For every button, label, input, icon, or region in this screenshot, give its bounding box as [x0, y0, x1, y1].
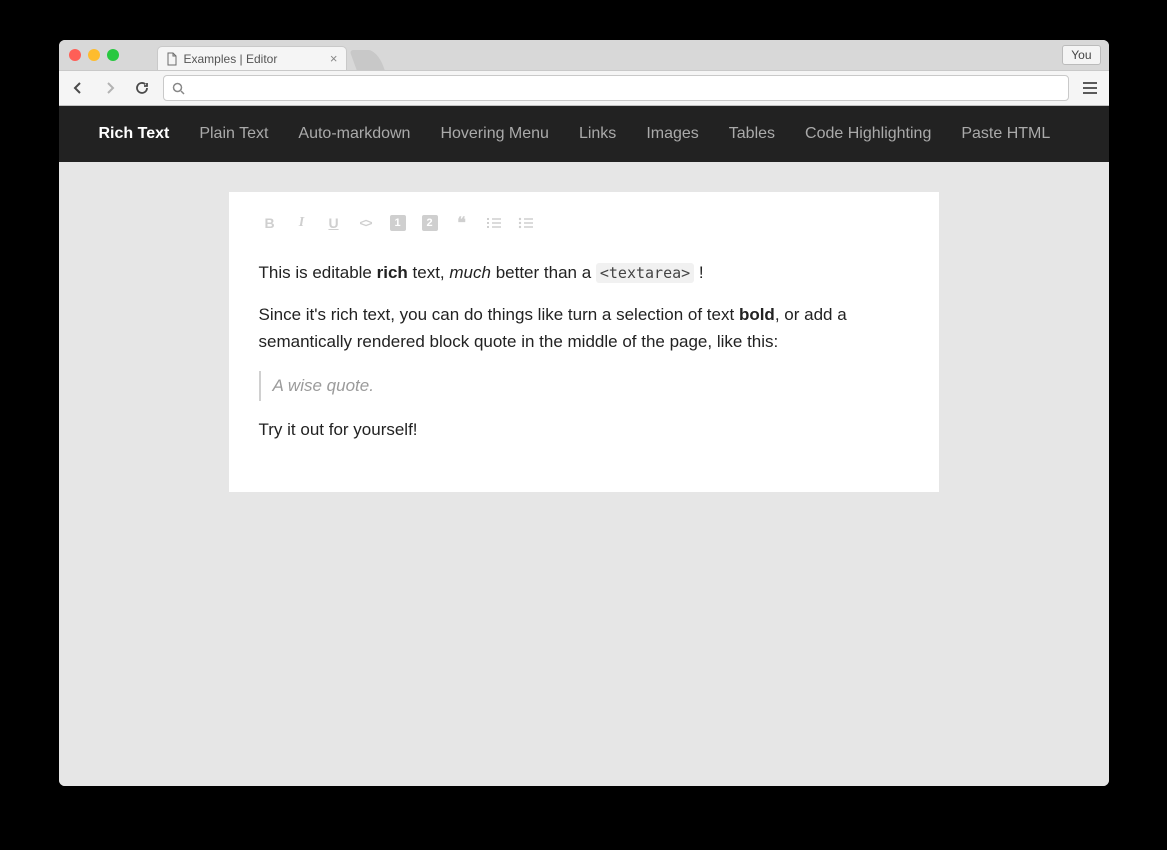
- editor-content[interactable]: This is editable rich text, much better …: [259, 260, 909, 444]
- editor-wrap: B I U <> 1 2 ❝ This is edita: [59, 162, 1109, 522]
- traffic-lights: [59, 49, 129, 61]
- window-zoom-button[interactable]: [107, 49, 119, 61]
- app-nav: Rich Text Plain Text Auto-markdown Hover…: [59, 106, 1109, 162]
- h1-icon: 1: [390, 215, 406, 231]
- text: This is editable: [259, 263, 377, 282]
- text: Since it's rich text, you can do things …: [259, 305, 739, 324]
- nav-auto-markdown[interactable]: Auto-markdown: [298, 125, 410, 143]
- forward-button[interactable]: [99, 77, 121, 99]
- format-toolbar: B I U <> 1 2 ❝: [259, 214, 909, 232]
- browser-tab[interactable]: Examples | Editor ×: [157, 46, 347, 70]
- quote-icon: ❝: [457, 213, 466, 233]
- nav-plain-text[interactable]: Plain Text: [199, 125, 268, 143]
- nav-images[interactable]: Images: [646, 125, 698, 143]
- new-tab-button[interactable]: [349, 50, 384, 70]
- search-icon: [172, 82, 185, 95]
- page-viewport: Rich Text Plain Text Auto-markdown Hover…: [59, 106, 1109, 786]
- browser-toolbar: [59, 70, 1109, 106]
- document-icon: [166, 52, 178, 66]
- unordered-list-button[interactable]: [517, 214, 535, 232]
- quote-text: A wise quote.: [273, 376, 374, 395]
- editor-card: B I U <> 1 2 ❝ This is edita: [229, 192, 939, 492]
- profile-button[interactable]: You: [1062, 45, 1100, 65]
- blockquote-button[interactable]: ❝: [453, 214, 471, 232]
- text: !: [694, 263, 703, 282]
- code-icon: <>: [359, 216, 371, 230]
- bold-icon: B: [264, 215, 274, 231]
- ordered-list-icon: [486, 216, 502, 230]
- nav-hovering-menu[interactable]: Hovering Menu: [440, 125, 549, 143]
- nav-tables[interactable]: Tables: [729, 125, 775, 143]
- italic-text: much: [449, 263, 491, 282]
- text: better than a: [491, 263, 596, 282]
- tab-strip: Examples | Editor ×: [129, 40, 1109, 70]
- paragraph[interactable]: Since it's rich text, you can do things …: [259, 302, 909, 355]
- bold-text: bold: [739, 305, 775, 324]
- nav-code-highlighting[interactable]: Code Highlighting: [805, 125, 931, 143]
- nav-rich-text[interactable]: Rich Text: [99, 125, 170, 143]
- titlebar: Examples | Editor × You: [59, 40, 1109, 70]
- paragraph[interactable]: Try it out for yourself!: [259, 417, 909, 443]
- text: text,: [408, 263, 450, 282]
- unordered-list-icon: [518, 216, 534, 230]
- address-bar[interactable]: [163, 75, 1069, 101]
- ordered-list-button[interactable]: [485, 214, 503, 232]
- blockquote[interactable]: A wise quote.: [259, 371, 909, 401]
- tab-title: Examples | Editor: [184, 52, 278, 66]
- underline-button[interactable]: U: [325, 214, 343, 232]
- h2-button[interactable]: 2: [421, 214, 439, 232]
- nav-paste-html[interactable]: Paste HTML: [961, 125, 1050, 143]
- browser-window: Examples | Editor × You Rich: [59, 40, 1109, 786]
- h1-button[interactable]: 1: [389, 214, 407, 232]
- bold-button[interactable]: B: [261, 214, 279, 232]
- italic-icon: I: [299, 215, 304, 231]
- bold-text: rich: [377, 263, 408, 282]
- back-button[interactable]: [67, 77, 89, 99]
- tab-close-icon[interactable]: ×: [330, 52, 338, 65]
- code-button[interactable]: <>: [357, 214, 375, 232]
- text: Try it out for yourself!: [259, 420, 418, 439]
- window-close-button[interactable]: [69, 49, 81, 61]
- italic-button[interactable]: I: [293, 214, 311, 232]
- hamburger-menu-icon[interactable]: [1079, 77, 1101, 99]
- underline-icon: U: [328, 215, 338, 231]
- h2-icon: 2: [422, 215, 438, 231]
- paragraph[interactable]: This is editable rich text, much better …: [259, 260, 909, 286]
- window-minimize-button[interactable]: [88, 49, 100, 61]
- code-text: <textarea>: [596, 263, 694, 283]
- reload-button[interactable]: [131, 77, 153, 99]
- nav-links[interactable]: Links: [579, 125, 616, 143]
